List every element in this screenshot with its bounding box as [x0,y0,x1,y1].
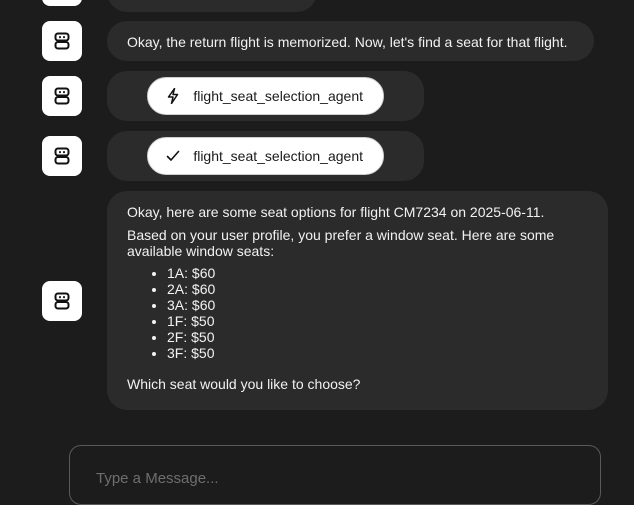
seat-list: 1A: $60 2A: $60 3A: $60 1F: $50 2F: $50 … [127,265,588,361]
robot-icon [52,146,72,166]
agent-avatar [42,76,82,116]
message-input-placeholder: Type a Message... [96,470,219,487]
seat-option: 1F: $50 [167,313,588,329]
tool-call-label: flight_seat_selection_agent [193,148,363,164]
message-input[interactable]: Type a Message... [69,445,601,505]
agent-avatar [42,136,82,176]
bolt-icon [166,88,180,104]
tool-call-pill-running[interactable]: flight_seat_selection_agent [147,77,384,115]
agent-avatar [42,0,82,6]
tool-call-bubble: flight_seat_selection_agent [107,131,424,181]
agent-message-bubble: Okay, here are some seat options for fli… [107,191,608,410]
check-icon [166,148,180,164]
seat-option: 1A: $60 [167,265,588,281]
seat-options-intro: Okay, here are some seat options for fli… [127,204,545,220]
tool-call-pill-complete[interactable]: flight_seat_selection_agent [147,137,384,175]
tool-call-bubble [107,0,317,12]
agent-message-text: Okay, the return flight is memorized. No… [127,34,568,50]
agent-message-bubble: Okay, the return flight is memorized. No… [107,21,594,61]
robot-icon [52,31,72,51]
tool-call-bubble: flight_seat_selection_agent [107,71,424,121]
tool-call-label: flight_seat_selection_agent [193,88,363,104]
chat-area: Okay, the return flight is memorized. No… [0,0,634,440]
agent-avatar [42,281,82,321]
seat-question: Which seat would you like to choose? [127,376,361,392]
robot-icon [52,291,72,311]
seat-option: 2A: $60 [167,281,588,297]
seat-option: 2F: $50 [167,329,588,345]
seat-option: 3A: $60 [167,297,588,313]
robot-icon [52,86,72,106]
seat-option: 3F: $50 [167,345,588,361]
seat-preference-text: Based on your user profile, you prefer a… [127,227,555,259]
agent-avatar [42,21,82,61]
